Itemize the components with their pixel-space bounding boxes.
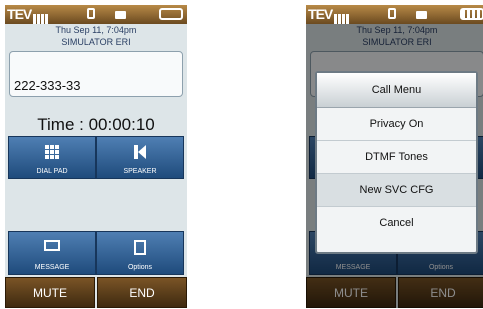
header-info: Thu Sep 11, 7:04pm SIMULATOR ERI [5,24,187,50]
call-timer: Time : 00:00:10 [37,115,155,134]
status-bar: TEV [306,5,483,26]
menu-item-new-svc-cfg[interactable]: New SVC CFG [317,174,476,207]
battery-icon [159,8,183,20]
carrier: SIMULATOR ERI [61,37,131,47]
mute-button[interactable]: MUTE [5,277,95,308]
menu-item-dtmf-tones[interactable]: DTMF Tones [317,141,476,174]
speaker-label: SPEAKER [123,168,157,175]
end-button[interactable]: END [97,277,187,308]
phone-icon [87,8,95,19]
menu-item-privacy-on[interactable]: Privacy On [317,108,476,141]
message-icon [44,240,60,251]
battery-icon [460,8,483,20]
menu-item-cancel[interactable]: Cancel [317,207,476,239]
dialpad-icon [45,145,59,159]
phone-number: 222-333-33 [14,78,81,93]
message-button[interactable]: MESSAGE [8,231,96,275]
phone-screen-call: TEV Thu Sep 11, 7:04pm SIMULATOR ERI 222… [5,5,187,308]
speaker-button[interactable]: SPEAKER [96,136,184,179]
message-status-icon [416,11,427,19]
message-label: MESSAGE [34,264,70,271]
datetime: Thu Sep 11, 7:04pm [55,25,137,35]
options-button[interactable]: Options [96,231,184,275]
status-bar: TEV [5,5,187,26]
options-label: Options [127,264,153,271]
dialpad-label: DIAL PAD [36,168,68,175]
signal-icon: TEV [308,6,333,22]
phone-icon [388,8,396,19]
dialpad-button[interactable]: DIAL PAD [8,136,96,179]
number-display: 222-333-33 [9,51,183,97]
options-icon [134,240,146,255]
signal-icon: TEV [7,6,32,22]
call-menu-title: Call Menu [317,73,476,108]
phone-screen-call-menu: TEV Thu Sep 11, 7:04pm SIMULATOR ERI MES… [306,5,483,308]
call-menu: Call Menu Privacy On DTMF Tones New SVC … [315,71,478,254]
message-status-icon [115,11,126,19]
speaker-icon [134,145,146,159]
